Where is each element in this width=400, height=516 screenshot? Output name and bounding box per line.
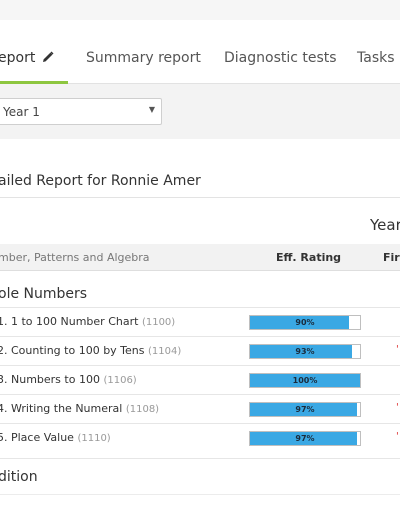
table-row[interactable]: 4. Writing the Numeral (1108) 97% ': [0, 394, 400, 424]
eff-rating-value: 93%: [295, 347, 315, 356]
first-header: Firs: [383, 251, 400, 264]
tab-diagnostic-tests[interactable]: Diagnostic tests: [224, 50, 337, 66]
eff-rating-value: 97%: [295, 405, 315, 414]
row-divider: [0, 458, 400, 459]
report-tab-bar: eport Summary report Diagnostic tests Ta…: [0, 33, 400, 84]
row-label: 4. Writing the Numeral (1108): [0, 402, 160, 415]
report-title: ailed Report for Ronnie Amer: [0, 173, 201, 189]
top-strip: [0, 0, 400, 20]
row-label: 5. Place Value (1110): [0, 431, 111, 444]
tab-summary-report[interactable]: Summary report: [86, 50, 201, 66]
table-header: mber, Patterns and Algebra Eff. Rating F…: [0, 244, 400, 271]
title-divider: [0, 197, 400, 198]
year-select[interactable]: Year 1 ▼: [0, 98, 162, 125]
table-row[interactable]: 2. Counting to 100 by Tens (1104) 93% ': [0, 336, 400, 366]
first-attempt-marker: ': [396, 344, 399, 355]
eff-rating-bar: 100%: [249, 373, 361, 388]
eff-rating-bar: 97%: [249, 402, 361, 417]
pencil-icon[interactable]: [42, 51, 54, 67]
section-heading: ole Numbers: [0, 286, 88, 302]
section-heading: dition: [0, 469, 38, 485]
caret-down-icon: ▼: [148, 105, 155, 114]
eff-rating-value: 97%: [295, 434, 315, 443]
category-header: mber, Patterns and Algebra: [0, 251, 150, 264]
row-label: 1. 1 to 100 Number Chart (1100): [0, 315, 176, 328]
year-select-value: Year 1: [3, 105, 40, 119]
eff-rating-bar: 97%: [249, 431, 361, 446]
tab-tasks[interactable]: Tasks: [357, 50, 395, 66]
first-attempt-marker: ': [396, 402, 399, 413]
table-row[interactable]: 1. 1 to 100 Number Chart (1100) 90%: [0, 307, 400, 337]
tab-detailed-report[interactable]: eport: [0, 50, 68, 84]
table-row[interactable]: 3. Numbers to 100 (1106) 100%: [0, 365, 400, 395]
eff-rating-bar: 90%: [249, 315, 361, 330]
row-label: 2. Counting to 100 by Tens (1104): [0, 344, 182, 357]
eff-rating-header: Eff. Rating: [276, 251, 342, 264]
eff-rating-value: 90%: [295, 318, 315, 327]
year-column-heading: Year: [370, 216, 400, 234]
row-label: 3. Numbers to 100 (1106): [0, 373, 137, 386]
section-divider: [0, 494, 400, 495]
eff-rating-bar: 93%: [249, 344, 361, 359]
first-attempt-marker: ': [396, 431, 399, 442]
table-row[interactable]: 5. Place Value (1110) 97% ': [0, 423, 400, 453]
eff-rating-value: 100%: [292, 376, 318, 385]
tab-label: eport: [0, 50, 36, 66]
